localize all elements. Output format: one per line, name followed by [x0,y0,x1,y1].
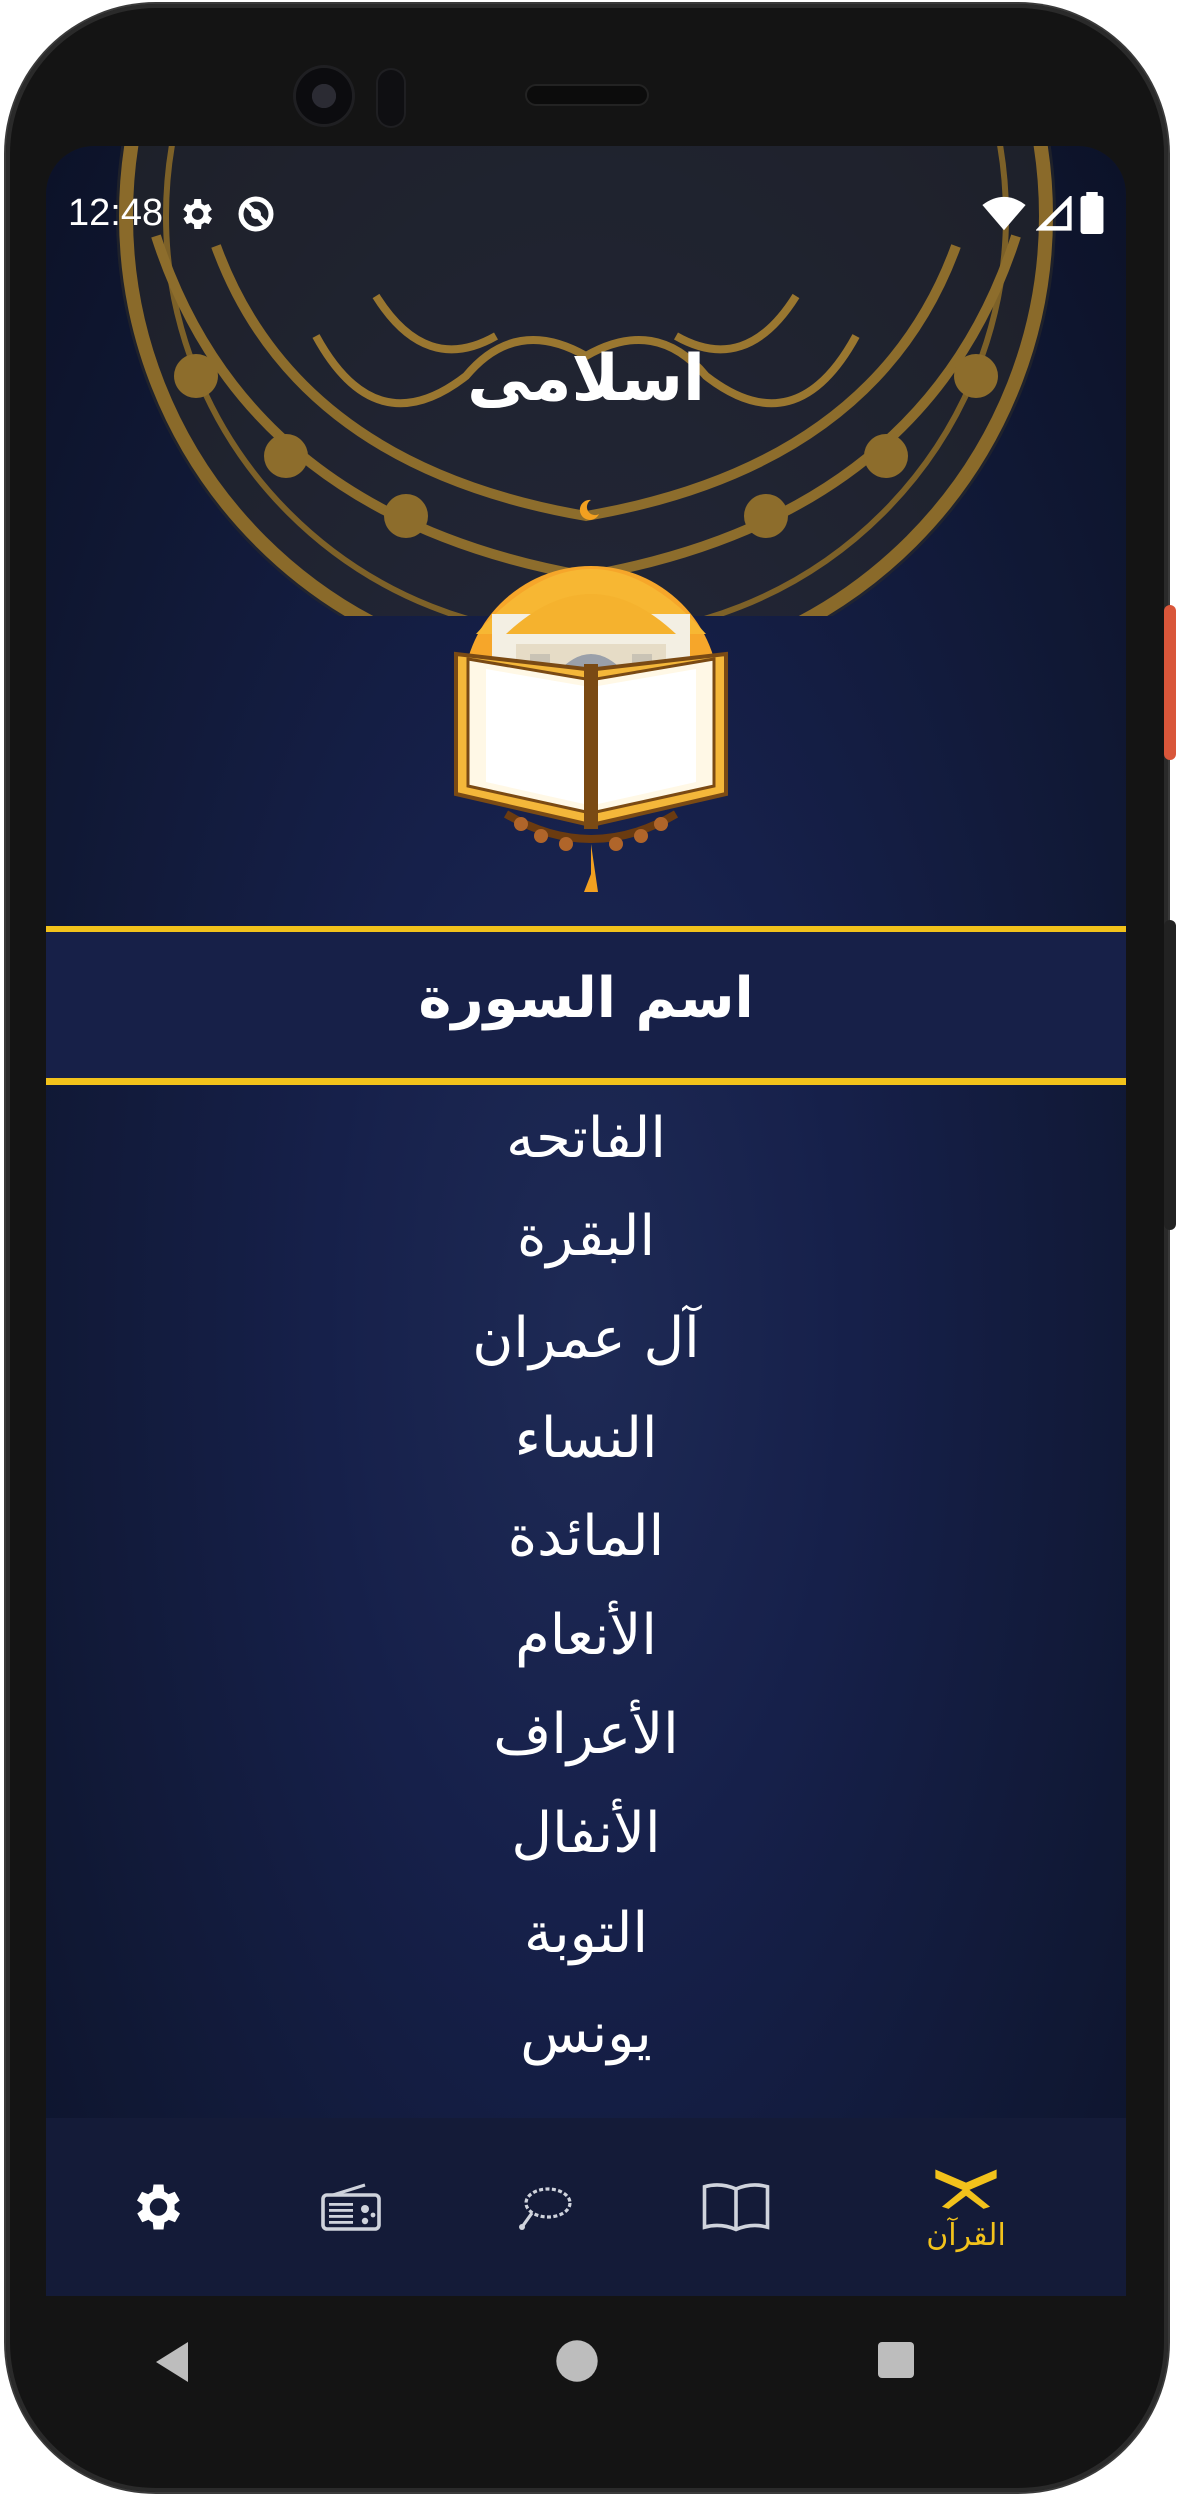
nav-settings[interactable] [86,2118,226,2296]
header-bottom-divider [46,1078,1126,1085]
sebha-icon [519,2187,572,2230]
home-icon[interactable] [554,2338,600,2384]
nav-hadith[interactable] [666,2118,806,2296]
nav-radio[interactable] [281,2118,421,2296]
sura-list-item[interactable]: البقرة [46,1204,1126,1269]
nav-sebha[interactable] [474,2118,614,2296]
earpiece-speaker [527,86,647,104]
sura-list-item[interactable]: التوبة [46,1901,1126,1966]
settings-icon [137,2184,180,2230]
battery-icon [1080,192,1104,234]
status-time: 12:48 [68,192,164,234]
gear-icon [183,199,212,229]
front-camera [296,68,352,124]
sura-list-item[interactable]: آل عمران [46,1306,1126,1371]
proximity-sensor [378,70,404,126]
app-screen: 12:48 اسلامى اسم السورة الفاتحه البقرة آ… [46,146,1126,2296]
sura-list-item[interactable]: الأنعام [46,1603,1126,1668]
recents-icon[interactable] [876,2340,916,2380]
sura-list-item[interactable]: الفاتحه [46,1106,1126,1171]
nav-quran[interactable]: القرآن [866,2118,1066,2296]
system-navigation-bar [46,2296,1126,2426]
power-button [1164,605,1176,760]
sura-list-item[interactable]: النساء [46,1406,1126,1471]
nav-quran-label: القرآن [926,2217,1006,2253]
bottom-navigation: القرآن [46,2118,1126,2296]
data-saver-icon [238,196,274,232]
radio-icon [321,2183,381,2231]
app-title: اسلامى [467,342,705,416]
back-icon[interactable] [152,2340,192,2384]
sura-list-item[interactable]: الأنفال [46,1801,1126,1866]
sura-list-item[interactable]: المائدة [46,1504,1126,1569]
book-icon [702,2183,770,2232]
quran-icon [935,2169,997,2209]
sura-list-item[interactable]: يونس [46,2001,1126,2066]
signal-icon [1036,196,1072,231]
wifi-icon [982,196,1026,231]
app-logo [454,499,728,892]
status-bar: 12:48 [46,146,1126,282]
volume-button [1164,920,1176,1230]
list-header-title: اسم السورة [418,966,754,1031]
sura-list-item[interactable]: الأعراف [46,1702,1126,1767]
